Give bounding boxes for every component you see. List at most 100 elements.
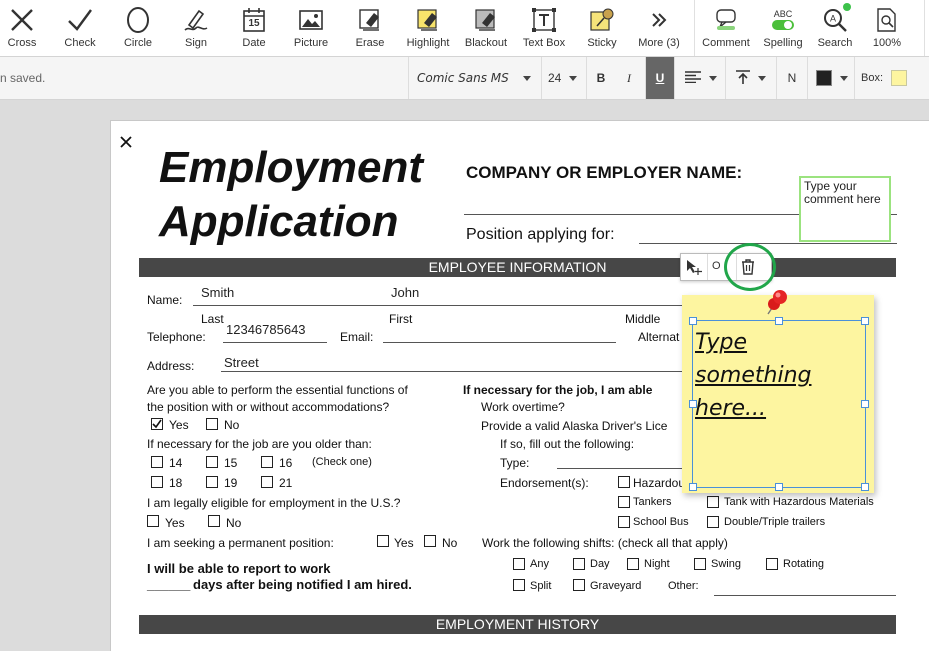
tool-label: Picture [293, 37, 329, 49]
shift-rotating-checkbox[interactable] [766, 558, 778, 570]
move-cursor-button[interactable] [685, 258, 703, 281]
hazardous-checkbox[interactable] [618, 476, 630, 488]
comment-tool-button[interactable]: Comment [698, 0, 754, 56]
shift-swing-label: Swing [711, 558, 741, 570]
sticky-tool-button[interactable]: Sticky [580, 0, 624, 56]
tank-hazard-checkbox[interactable] [707, 496, 719, 508]
name-last-field[interactable]: Smith [201, 285, 234, 300]
font-family-select[interactable]: Comic Sans MS [408, 57, 549, 99]
age-18-label: 18 [169, 476, 183, 490]
erase-tool-button[interactable]: Erase [348, 0, 392, 56]
permanent-yes-checkbox[interactable] [377, 535, 389, 547]
spelling-toggle-button[interactable]: ABC Spelling [758, 0, 808, 56]
circle-tool-button[interactable]: Circle [116, 0, 160, 56]
telephone-label: Telephone: [147, 330, 206, 344]
picture-tool-button[interactable]: Picture [288, 0, 334, 56]
italic-button[interactable]: I [614, 57, 644, 99]
sticky-text-line3: here... [695, 396, 767, 421]
more-tools-button[interactable]: More (3) [634, 0, 684, 56]
resize-handle[interactable] [775, 317, 783, 325]
employee-info-title: EMPLOYEE INFORMATION [428, 259, 607, 275]
box-color-swatch [891, 70, 908, 86]
telephone-field[interactable]: 12346785643 [226, 322, 306, 337]
box-color-select[interactable]: Box: [854, 57, 929, 99]
resize-handle[interactable] [689, 317, 697, 325]
age-18-checkbox[interactable] [151, 476, 163, 488]
employment-history-title: EMPLOYMENT HISTORY [435, 616, 600, 632]
age-14-checkbox[interactable] [151, 456, 163, 468]
shift-day-checkbox[interactable] [573, 558, 585, 570]
report-question-line1: I will be able to report to work [147, 561, 331, 576]
eligible-question: I am legally eligible for employment in … [147, 496, 401, 510]
check-tool-button[interactable]: Check [58, 0, 102, 56]
align-left-icon [685, 70, 701, 86]
tool-label: Spelling [763, 37, 803, 49]
essential-no-checkbox[interactable] [206, 418, 218, 430]
name-line [193, 305, 693, 306]
shift-night-checkbox[interactable] [627, 558, 639, 570]
circle-icon [125, 4, 151, 36]
sticky-text-line1: Type [695, 330, 748, 355]
resize-handle[interactable] [861, 483, 869, 491]
underline-button[interactable]: U [645, 57, 674, 99]
blackout-tool-button[interactable]: Blackout [460, 0, 512, 56]
shift-graveyard-checkbox[interactable] [573, 579, 585, 591]
comment-box[interactable]: Type your comment here [799, 176, 891, 242]
bold-button[interactable]: B [586, 57, 615, 99]
text-box-tool-button[interactable]: Text Box [518, 0, 570, 56]
close-annotation-button[interactable] [119, 135, 133, 154]
tool-label: Erase [355, 37, 385, 49]
sticky-note-text[interactable]: Type something here... [695, 326, 863, 425]
essential-yes-checkbox[interactable] [151, 418, 163, 430]
age-21-checkbox[interactable] [261, 476, 273, 488]
essential-no-label: No [224, 418, 240, 432]
shift-swing-checkbox[interactable] [694, 558, 706, 570]
normal-text-button[interactable]: N [776, 57, 807, 99]
permanent-no-checkbox[interactable] [424, 535, 436, 547]
tankers-label: Tankers [633, 496, 672, 508]
report-question-blank[interactable]: ______ [147, 577, 190, 592]
age-16-checkbox[interactable] [261, 456, 273, 468]
date-tool-button[interactable]: 15 Date [232, 0, 276, 56]
search-tool-button[interactable]: A Search [812, 0, 858, 56]
age-19-checkbox[interactable] [206, 476, 218, 488]
textbox-icon [531, 4, 557, 36]
normal-text-label: N [787, 71, 797, 85]
if-so-label: If so, fill out the following: [500, 437, 635, 451]
tool-label: Search [817, 37, 853, 49]
shift-split-checkbox[interactable] [513, 579, 525, 591]
tankers-checkbox[interactable] [618, 496, 630, 508]
address-field[interactable]: Street [224, 355, 259, 370]
age-15-checkbox[interactable] [206, 456, 218, 468]
age-15-label: 15 [224, 456, 238, 470]
picture-icon [298, 4, 324, 36]
highlight-tool-button[interactable]: Highlight [402, 0, 454, 56]
bold-label: B [596, 71, 606, 85]
close-icon [119, 136, 133, 153]
shift-night-label: Night [644, 558, 670, 570]
resize-handle[interactable] [775, 483, 783, 491]
eligible-yes-checkbox[interactable] [147, 515, 159, 527]
shift-any-checkbox[interactable] [513, 558, 525, 570]
check-icon [66, 4, 94, 36]
shift-rotating-label: Rotating [783, 558, 824, 570]
ok-button[interactable]: O [712, 260, 721, 272]
resize-handle[interactable] [861, 317, 869, 325]
name-first-field[interactable]: John [391, 285, 419, 300]
tool-label: 100% [872, 37, 902, 49]
shift-other-label: Other: [668, 580, 699, 592]
eligible-no-checkbox[interactable] [208, 515, 220, 527]
comment-icon [714, 4, 738, 36]
sign-tool-button[interactable]: Sign [174, 0, 218, 56]
highlight-circle-annotation [724, 243, 776, 291]
save-status: n saved. [0, 71, 46, 85]
school-bus-checkbox[interactable] [618, 516, 630, 528]
older-question: If necessary for the job are you older t… [147, 437, 372, 451]
font-size-select[interactable]: 24 [541, 57, 592, 99]
resize-handle[interactable] [689, 483, 697, 491]
cross-tool-button[interactable]: Cross [0, 0, 44, 56]
double-triple-checkbox[interactable] [707, 516, 719, 528]
zoom-tool-button[interactable]: 100% [866, 0, 908, 56]
last-sublabel: Last [201, 312, 224, 326]
form-title-line1: Employment [159, 143, 424, 192]
